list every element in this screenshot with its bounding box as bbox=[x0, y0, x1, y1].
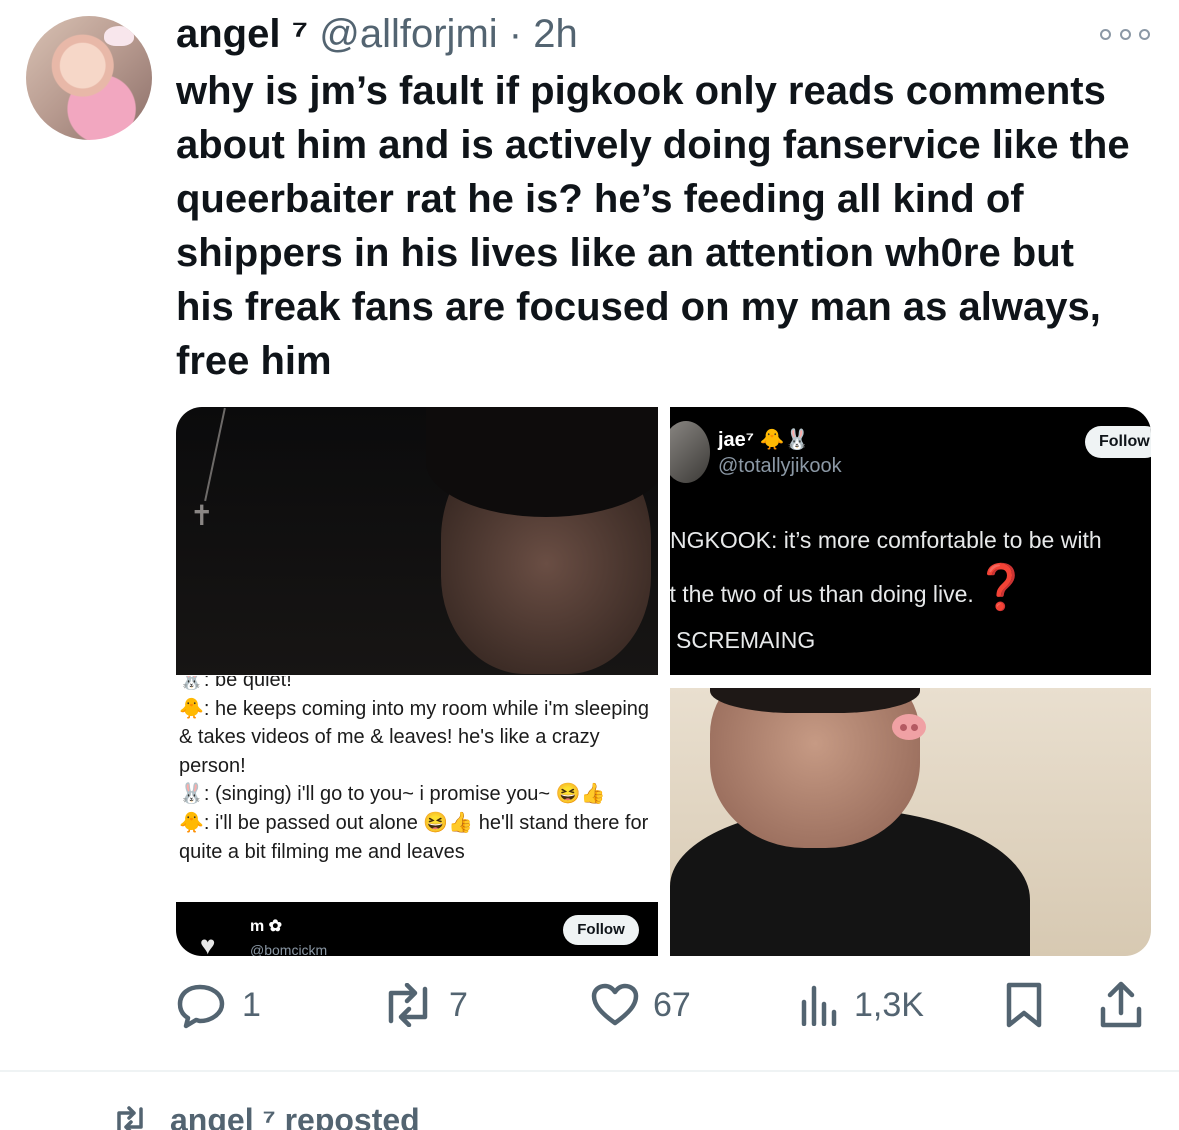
reply-button[interactable]: 1 bbox=[176, 980, 261, 1030]
conversation-line: 🐥: i'll be passed out alone 😆👍 he'll sta… bbox=[179, 811, 649, 863]
heart-icon bbox=[591, 983, 639, 1026]
share-button[interactable] bbox=[1098, 980, 1144, 1030]
quoted-line-1: NGKOOK: it’s more comfortable to be with bbox=[670, 527, 1102, 553]
hair-image bbox=[426, 407, 658, 517]
heart-avatar-icon: ♥ bbox=[200, 930, 216, 956]
tweet-divider bbox=[0, 1070, 1179, 1072]
bookmark-button[interactable] bbox=[1004, 980, 1044, 1030]
reply-icon bbox=[177, 984, 225, 1029]
repost-icon bbox=[388, 983, 428, 1027]
timestamp[interactable]: 2h bbox=[533, 12, 578, 56]
avatar[interactable] bbox=[26, 16, 152, 140]
quoted-line-3: SCREMAING bbox=[676, 627, 816, 653]
conversation-line: 🐰: be quiet! bbox=[179, 676, 292, 691]
display-name[interactable]: angel bbox=[176, 12, 280, 56]
quoted-display-name: jae⁷ 🐥🐰 bbox=[718, 429, 810, 451]
views-button[interactable]: 1,3K bbox=[798, 980, 924, 1030]
conversation-line: 🐥: he keeps coming into my room while i'… bbox=[179, 697, 650, 777]
reply-count: 1 bbox=[242, 985, 261, 1024]
user-handle[interactable]: @allforjmi bbox=[319, 12, 497, 56]
repost-small-icon bbox=[117, 1106, 143, 1130]
views-icon bbox=[801, 985, 837, 1026]
views-count: 1,3K bbox=[854, 985, 924, 1024]
pig-nose-filter-icon bbox=[892, 714, 926, 740]
quoted-avatar bbox=[670, 421, 710, 483]
conversation-line: 🐰: (singing) i'll go to you~ i promise y… bbox=[179, 783, 606, 806]
repost-button[interactable]: 7 bbox=[381, 980, 468, 1030]
question-mark-icon: ❓ bbox=[973, 563, 1029, 612]
footer-handle: @bomcickm bbox=[250, 942, 328, 956]
media-image-4[interactable] bbox=[670, 688, 1151, 956]
footer-follow-button: Follow bbox=[563, 915, 639, 945]
media-image-3[interactable]: 🐰: be quiet! 🐥: he keeps coming into my … bbox=[176, 676, 658, 956]
quoted-line-2: st the two of us than doing live.❓ bbox=[670, 561, 1029, 613]
necklace-chain bbox=[204, 407, 226, 502]
bookmark-icon bbox=[1006, 982, 1042, 1028]
tweet-header: angel ⁷ @allforjmi · 2h bbox=[176, 10, 578, 58]
repost-count: 7 bbox=[449, 985, 468, 1024]
repost-label: angel ⁷ reposted bbox=[170, 1101, 420, 1130]
quoted-conversation: 🐰: be quiet! 🐥: he keeps coming into my … bbox=[179, 676, 653, 866]
more-dots-icon[interactable] bbox=[1100, 26, 1150, 42]
tweet-text: why is jm’s fault if pigkook only reads … bbox=[176, 69, 1130, 383]
share-icon bbox=[1100, 981, 1142, 1028]
quoted-line-2-text: st the two of us than doing live. bbox=[670, 581, 974, 607]
media-image-1[interactable]: ✝ bbox=[176, 407, 658, 675]
like-count: 67 bbox=[653, 985, 691, 1024]
footer-name: m ✿ bbox=[250, 918, 283, 935]
cross-pendant-icon: ✝ bbox=[190, 500, 214, 531]
separator-dot: · bbox=[508, 12, 523, 56]
quoted-handle: @totallyjikook bbox=[718, 455, 842, 477]
media-grid[interactable]: ✝ jae⁷ 🐥🐰 @totallyjikook Follow NGKOOK: … bbox=[176, 407, 1151, 956]
quoted-follow-button: Follow bbox=[1085, 426, 1151, 458]
quoted-footer: ♥ m ✿ @bomcickm Follow bbox=[176, 902, 658, 956]
name-suffix: ⁷ bbox=[291, 12, 309, 56]
action-bar: 1 7 67 1,3K bbox=[176, 980, 1151, 1030]
media-image-2[interactable]: jae⁷ 🐥🐰 @totallyjikook Follow NGKOOK: it… bbox=[670, 407, 1151, 675]
like-button[interactable]: 67 bbox=[591, 980, 691, 1030]
repost-indicator[interactable]: angel ⁷ reposted bbox=[112, 1100, 420, 1130]
